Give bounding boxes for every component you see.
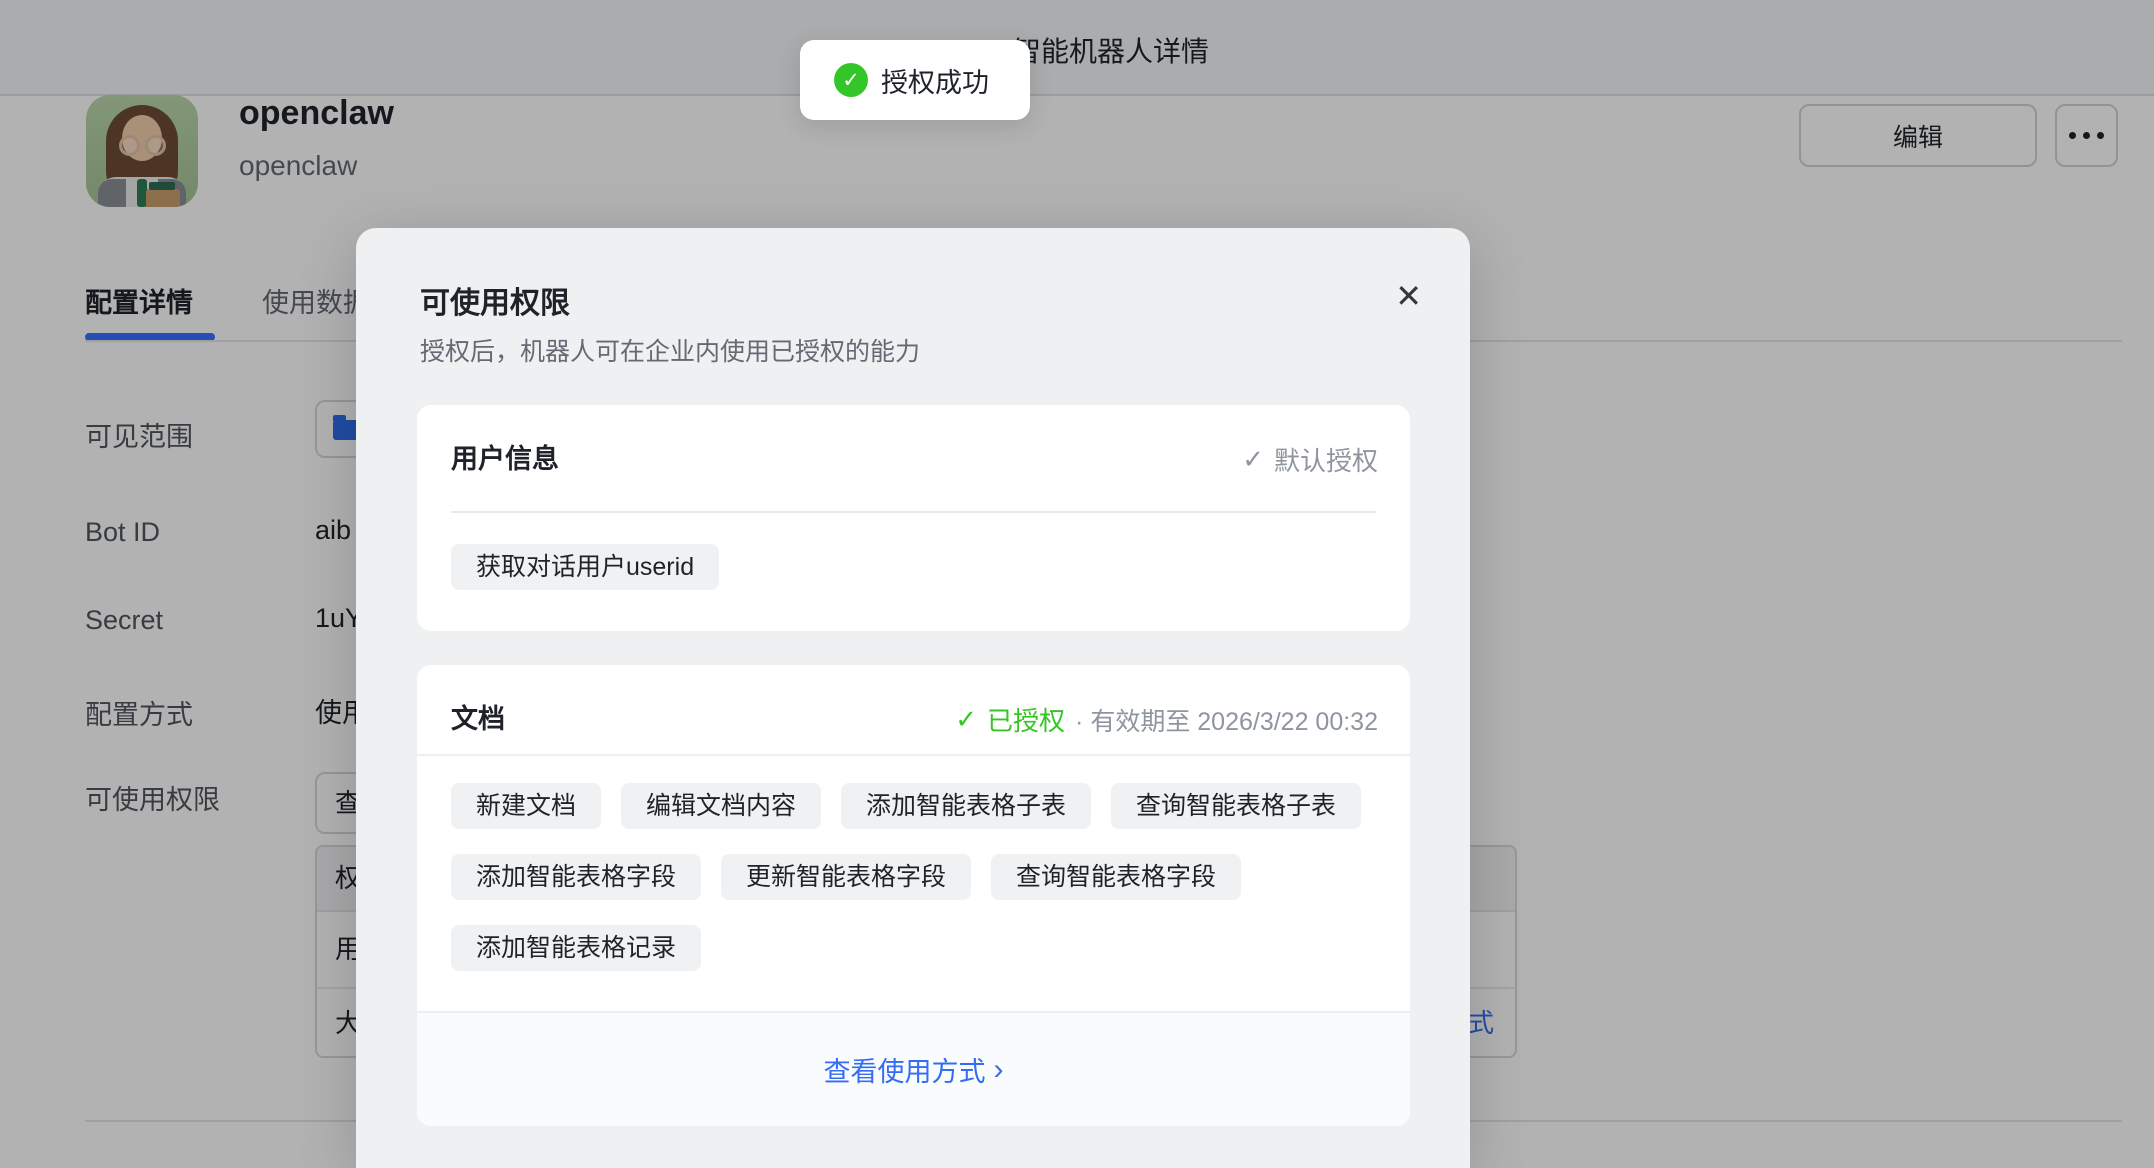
toast-message: 授权成功 — [881, 61, 989, 100]
chevron-right-icon: › — [994, 1055, 1004, 1085]
permission-tag: 查询智能表格字段 — [991, 854, 1241, 900]
modal-subtitle: 授权后，机器人可在企业内使用已授权的能力 — [420, 332, 920, 368]
permission-tag: 编辑文档内容 — [621, 783, 821, 829]
permission-tag: 更新智能表格字段 — [721, 854, 971, 900]
permission-tag: 获取对话用户userid — [451, 544, 719, 590]
authorized-label: 已授权 — [987, 701, 1065, 738]
permissions-modal: 可使用权限 ✕ 授权后，机器人可在企业内使用已授权的能力 用户信息 ✓ 默认授权… — [356, 228, 1470, 1168]
check-icon: ✓ — [955, 704, 977, 735]
section-status: ✓ 已授权 · 有效期至 2026/3/22 00:32 — [955, 701, 1378, 738]
validity-text: · 有效期至 2026/3/22 00:32 — [1075, 702, 1378, 738]
status-label: 默认授权 — [1274, 441, 1378, 478]
permission-tag: 查询智能表格子表 — [1111, 783, 1361, 829]
close-icon[interactable]: ✕ — [1395, 280, 1422, 312]
permission-tag-list: 新建文档编辑文档内容添加智能表格子表查询智能表格子表添加智能表格字段更新智能表格… — [451, 783, 1381, 971]
section-title: 用户信息 — [451, 437, 559, 476]
permission-tag: 添加智能表格记录 — [451, 925, 701, 971]
success-check-icon: ✓ — [834, 63, 868, 97]
permission-tag: 添加智能表格字段 — [451, 854, 701, 900]
document-section-card: 文档 ✓ 已授权 · 有效期至 2026/3/22 00:32 新建文档编辑文档… — [417, 665, 1410, 1126]
success-toast: ✓ 授权成功 — [800, 40, 1030, 120]
permission-tag: 新建文档 — [451, 783, 601, 829]
modal-title: 可使用权限 — [420, 278, 570, 322]
usage-link-label: 查看使用方式 — [824, 1050, 986, 1089]
card-divider — [451, 511, 1376, 513]
section-title: 文档 — [451, 697, 505, 736]
permission-tag: 添加智能表格子表 — [841, 783, 1091, 829]
card-divider — [417, 754, 1410, 756]
usage-link[interactable]: 查看使用方式 › — [417, 1011, 1410, 1126]
section-status: ✓ 默认授权 — [1242, 441, 1378, 478]
check-icon: ✓ — [1242, 444, 1264, 475]
user-info-section-card: 用户信息 ✓ 默认授权 获取对话用户userid — [417, 405, 1410, 631]
